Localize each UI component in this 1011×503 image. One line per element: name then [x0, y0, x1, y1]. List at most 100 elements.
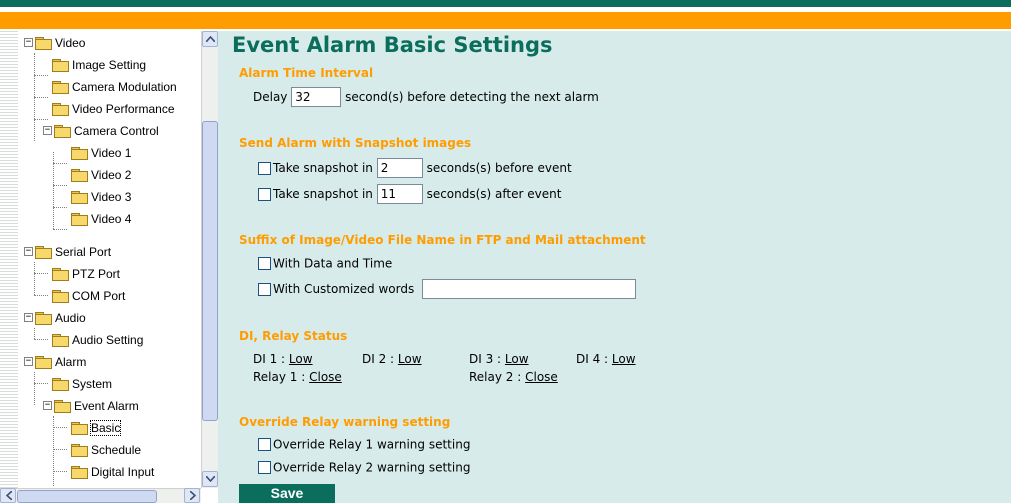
- sidebar-item-video-1[interactable]: Video 1: [71, 141, 131, 163]
- override-relay-1-checkbox[interactable]: [258, 438, 271, 451]
- sidebar-item-schedule[interactable]: Schedule: [71, 438, 141, 460]
- snapshot-before-suffix: seconds(s) before event: [426, 161, 572, 175]
- collapse-toggle-icon[interactable]: −: [43, 401, 52, 411]
- delay-input[interactable]: 32: [291, 87, 342, 107]
- override-relay-1-row: Override Relay 1 warning setting: [258, 437, 470, 452]
- horizontal-scroll-thumb[interactable]: [17, 490, 157, 503]
- sidebar-item-camera-control[interactable]: − Camera Control: [43, 119, 159, 141]
- collapse-toggle-icon[interactable]: −: [24, 38, 33, 48]
- di-1-label: DI 1 :: [253, 352, 286, 366]
- sidebar-item-video-4[interactable]: Video 4: [71, 207, 131, 229]
- scroll-left-button[interactable]: [0, 488, 16, 503]
- folder-open-icon: [35, 36, 52, 50]
- snapshot-before-input[interactable]: 2: [376, 158, 423, 178]
- scroll-right-button[interactable]: [184, 488, 200, 503]
- tree-connector: [53, 449, 67, 450]
- section-heading-di-relay: DI, Relay Status: [239, 329, 348, 343]
- date-time-label: With Data and Time: [273, 256, 393, 271]
- tree-connector: [34, 339, 48, 340]
- sidebar-item-digital-input[interactable]: Digital Input: [71, 460, 154, 482]
- relay-1-status: Relay 1 : Close: [253, 370, 342, 384]
- scroll-up-button[interactable]: [202, 31, 218, 47]
- snapshot-before-checkbox[interactable]: [258, 161, 271, 175]
- collapse-toggle-icon[interactable]: −: [24, 357, 33, 367]
- di-4-status: DI 4 : Low: [576, 352, 636, 366]
- folder-icon: [52, 80, 69, 94]
- save-button[interactable]: Save: [239, 484, 335, 503]
- folder-icon: [71, 212, 88, 226]
- scroll-down-button[interactable]: [202, 471, 218, 487]
- snapshot-after-suffix: seconds(s) after event: [426, 187, 562, 201]
- relay-2-status: Relay 2 : Close: [469, 370, 558, 384]
- customized-words-input[interactable]: [422, 279, 637, 299]
- sidebar-item-image-setting[interactable]: Image Setting: [52, 53, 146, 75]
- override-relay-2-label: Override Relay 2 warning setting: [273, 460, 471, 475]
- tree-connector: [34, 383, 48, 384]
- sidebar-item-event-alarm[interactable]: − Event Alarm: [43, 394, 139, 416]
- folder-open-icon: [54, 399, 71, 413]
- sidebar-item-label: Video 4: [91, 211, 132, 226]
- section-heading-alarm-time: Alarm Time Interval: [239, 66, 374, 80]
- relay-2-value-link[interactable]: Close: [525, 370, 558, 384]
- sidebar-item-label: Audio Setting: [72, 332, 144, 347]
- customized-words-label: With Customized words: [273, 282, 415, 296]
- delay-suffix: second(s) before detecting the next alar…: [345, 90, 599, 104]
- sidebar-item-label: Video 1: [91, 145, 132, 160]
- sidebar-item-label: Digital Input: [91, 464, 155, 479]
- sidebar-item-basic[interactable]: Basic: [71, 416, 122, 438]
- vertical-scroll-thumb[interactable]: [202, 121, 218, 421]
- customized-words-checkbox[interactable]: [258, 282, 271, 296]
- snapshot-after-input[interactable]: 11: [376, 184, 423, 204]
- sidebar-item-video-performance[interactable]: Video Performance: [52, 97, 175, 119]
- chevron-up-icon: [206, 36, 215, 42]
- sidebar-item-video[interactable]: − Video: [24, 31, 85, 53]
- vertical-scrollbar[interactable]: [201, 31, 218, 488]
- collapse-toggle-icon[interactable]: −: [24, 247, 33, 257]
- section-heading-snapshot: Send Alarm with Snapshot images: [239, 136, 472, 150]
- tree-connector: [53, 207, 67, 208]
- sidebar-item-audio-setting[interactable]: Audio Setting: [52, 328, 143, 350]
- date-time-checkbox[interactable]: [258, 257, 271, 270]
- di-2-value-link[interactable]: Low: [398, 352, 422, 366]
- sidebar-item-label: System: [72, 376, 113, 391]
- sidebar-item-camera-modulation[interactable]: Camera Modulation: [52, 75, 177, 97]
- sidebar-item-label: COM Port: [72, 288, 126, 303]
- snapshot-before-label: Take snapshot in: [273, 161, 373, 175]
- sidebar-item-video-3[interactable]: Video 3: [71, 185, 131, 207]
- sidebar-item-video-2[interactable]: Video 2: [71, 163, 131, 185]
- sidebar-item-label: Video 2: [91, 167, 132, 182]
- sidebar-item-label: Alarm: [55, 354, 87, 369]
- folder-open-icon: [35, 355, 52, 369]
- navigation-tree: − Video Image Setting Camera Modulation V…: [0, 31, 201, 488]
- snapshot-after-checkbox[interactable]: [258, 187, 271, 201]
- chevron-down-icon: [206, 476, 215, 482]
- override-relay-2-checkbox[interactable]: [258, 461, 271, 474]
- sidebar-item-label: Serial Port: [55, 244, 112, 259]
- sidebar-item-serial-port[interactable]: − Serial Port: [24, 240, 111, 262]
- collapse-toggle-icon[interactable]: −: [43, 126, 52, 136]
- section-heading-override-relay: Override Relay warning setting: [239, 415, 451, 429]
- relay-1-value-link[interactable]: Close: [309, 370, 342, 384]
- sidebar-item-audio[interactable]: − Audio: [24, 306, 86, 328]
- folder-icon: [71, 443, 88, 457]
- collapse-toggle-icon[interactable]: −: [24, 313, 33, 323]
- snapshot-after-label: Take snapshot in: [273, 187, 373, 201]
- sidebar-item-alarm[interactable]: − Alarm: [24, 350, 86, 372]
- tree-connector: [34, 97, 48, 98]
- delay-label: Delay: [253, 90, 288, 104]
- sidebar-item-system[interactable]: System: [52, 372, 112, 394]
- sidebar-item-label: Camera Control: [74, 123, 159, 138]
- snapshot-before-row: Take snapshot in 2 seconds(s) before eve…: [258, 158, 572, 178]
- sidebar-item-com-port[interactable]: COM Port: [52, 284, 125, 306]
- horizontal-scrollbar[interactable]: [0, 488, 201, 503]
- folder-open-icon: [35, 245, 52, 259]
- di-3-status: DI 3 : Low: [469, 352, 529, 366]
- di-4-value-link[interactable]: Low: [612, 352, 636, 366]
- di-3-value-link[interactable]: Low: [505, 352, 529, 366]
- chevron-left-icon: [6, 491, 12, 500]
- folder-icon: [52, 377, 69, 391]
- sidebar-item-label: Video Performance: [72, 101, 175, 116]
- sidebar-item-ptz-port[interactable]: PTZ Port: [52, 262, 120, 284]
- di-1-status: DI 1 : Low: [253, 352, 313, 366]
- di-1-value-link[interactable]: Low: [289, 352, 313, 366]
